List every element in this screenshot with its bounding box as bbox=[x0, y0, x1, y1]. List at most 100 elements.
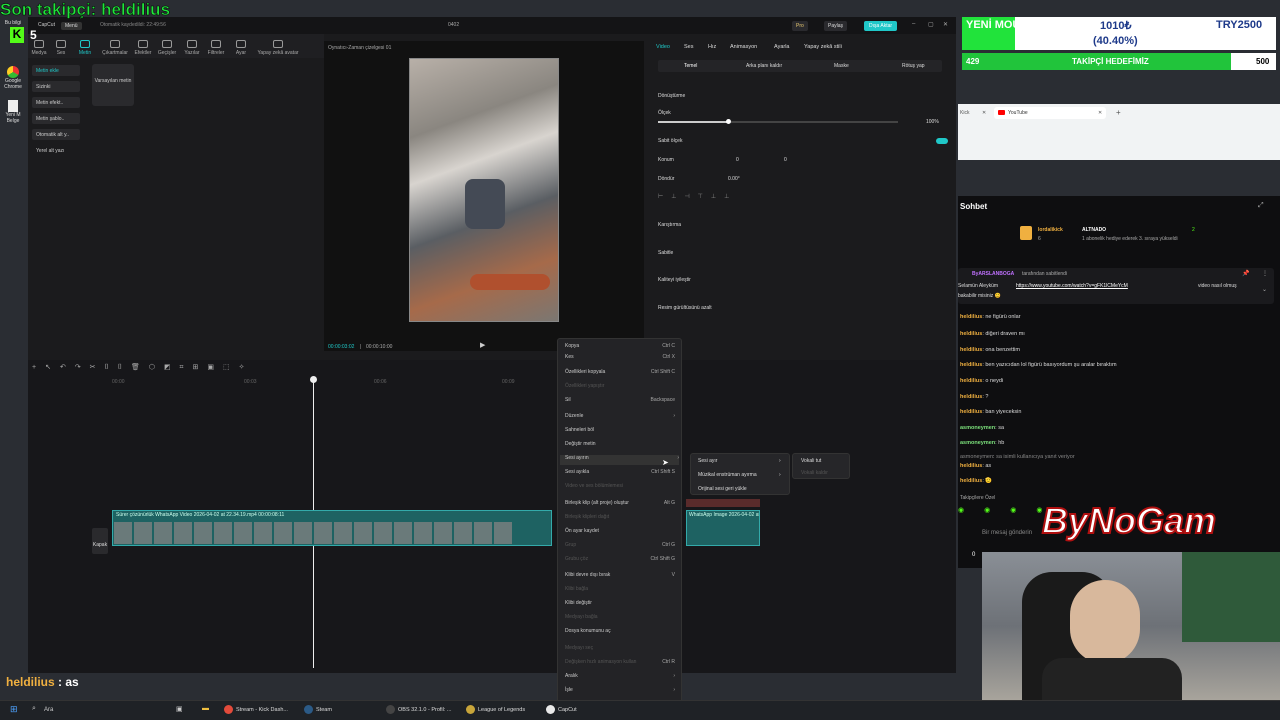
context-menu-item[interactable]: Dosya konumunu aç bbox=[565, 628, 675, 638]
folder-icon[interactable]: ▬ bbox=[202, 705, 209, 712]
sidebar-item-local-captions[interactable]: Yerel alt yazı bbox=[32, 145, 80, 156]
export-button[interactable]: Dışa Aktar bbox=[864, 21, 898, 31]
cover-button[interactable]: Kapak bbox=[92, 528, 108, 554]
context-menu-item[interactable]: Grubu çöz Ctrl Shift G bbox=[565, 556, 675, 566]
context-menu-item[interactable]: Video ve ses bölümlemesi bbox=[565, 483, 675, 493]
toolbar-ai-avatar[interactable]: Yapay zekâ avatar bbox=[256, 40, 300, 56]
chat-username[interactable]: asmoneymen bbox=[960, 440, 995, 446]
toolbar-stickers[interactable]: Çıkartmalar bbox=[102, 40, 128, 56]
context-menu-item[interactable]: Birleşik klipleri dağıt bbox=[565, 514, 675, 524]
desktop-icon-1[interactable]: Bu bilgi bbox=[0, 20, 26, 26]
tab-basic[interactable]: Temel bbox=[684, 63, 697, 69]
video-clip[interactable]: Sürer çözünürlük WhatsApp Video 2026-04-… bbox=[112, 510, 552, 546]
audio-clip[interactable] bbox=[686, 499, 760, 507]
context-menu-item[interactable]: Değişken hızlı animasyon kullan Ctrl R bbox=[565, 659, 675, 669]
chat-username[interactable]: heldilius bbox=[960, 463, 982, 469]
context-menu-item[interactable]: Aralık › bbox=[565, 673, 675, 683]
video-frame[interactable] bbox=[409, 58, 559, 322]
sidebar-item-add-text[interactable]: Metin ekle bbox=[32, 65, 80, 76]
toolbar-captions[interactable]: Yazılar bbox=[181, 40, 203, 56]
context-menu-item[interactable]: Grup Ctrl G bbox=[565, 542, 675, 552]
close-icon[interactable]: ✕ bbox=[943, 21, 948, 28]
file-icon[interactable] bbox=[8, 100, 18, 112]
playhead-handle[interactable] bbox=[310, 376, 317, 383]
chat-username[interactable]: heldilius bbox=[960, 347, 982, 353]
menu-remove-vocals[interactable]: Vokali kaldır bbox=[801, 470, 828, 476]
tab-retouch[interactable]: Rötuş yap bbox=[902, 63, 925, 69]
pin-icon[interactable]: 📌 bbox=[1242, 270, 1249, 277]
context-menu-item[interactable]: Medyayı bağla bbox=[565, 614, 675, 624]
pinned-link[interactable]: https://www.youtube.com/watch?v=gFK1lCMe… bbox=[1016, 283, 1128, 289]
play-icon[interactable]: ▶ bbox=[480, 341, 485, 349]
tab-audio[interactable]: Ses bbox=[684, 44, 693, 50]
toolbar-media[interactable]: Medya bbox=[28, 40, 50, 56]
close-tab-icon[interactable]: ✕ bbox=[982, 110, 986, 116]
chat-username[interactable]: heldilius bbox=[960, 362, 982, 368]
enhance-label[interactable]: Kaliteyi iyileştir bbox=[658, 277, 691, 283]
chat-username[interactable]: heldilius bbox=[960, 409, 982, 415]
chat-username[interactable]: heldilius bbox=[960, 394, 982, 400]
context-menu-item[interactable]: Klibi devre dışı bırak V bbox=[565, 572, 675, 582]
scale-slider-thumb[interactable] bbox=[726, 119, 731, 124]
windows-start-icon[interactable]: ⊞ bbox=[10, 704, 18, 715]
pinned-by-user[interactable]: ByARSLANBOGA bbox=[972, 271, 1014, 277]
default-text-tile[interactable]: Varsayılan metin bbox=[92, 64, 134, 106]
new-tab-icon[interactable]: + bbox=[1116, 108, 1121, 117]
uniform-scale-toggle[interactable] bbox=[936, 138, 948, 144]
toolbar-effects[interactable]: Efektler bbox=[132, 40, 154, 56]
rotate-value[interactable]: 0.00° bbox=[728, 176, 740, 182]
tab-video[interactable]: Video bbox=[656, 44, 670, 50]
desktop-icon-3[interactable]: Yeni M Belge bbox=[0, 112, 26, 124]
tab-speed[interactable]: Hız bbox=[708, 44, 716, 50]
tab-adjust[interactable]: Ayarla bbox=[774, 44, 790, 50]
browser-tab-kick[interactable]: Kick bbox=[960, 110, 969, 116]
context-menu-item[interactable]: Klibi değiştir bbox=[565, 600, 675, 610]
share-button[interactable]: Paylaş bbox=[824, 21, 848, 31]
tab-mask[interactable]: Maske bbox=[834, 63, 849, 69]
chat-username[interactable]: heldilius bbox=[960, 331, 982, 337]
sidebar-item-text-effects[interactable]: Metin efekt.. bbox=[32, 97, 80, 108]
close-tab-icon[interactable]: ✕ bbox=[1098, 110, 1102, 116]
chat-username[interactable]: heldilius bbox=[960, 314, 982, 320]
menu-separate-audio[interactable]: Sesi ayır bbox=[698, 458, 717, 464]
browser-tab-youtube[interactable]: YouTube ✕ bbox=[994, 107, 1106, 119]
context-menu-item[interactable]: İşle › bbox=[565, 687, 675, 697]
desktop-icon-2[interactable]: Google Chrome bbox=[0, 78, 26, 90]
context-menu-item[interactable]: Değiştir metin bbox=[565, 441, 675, 451]
more-icon[interactable]: ⋮ bbox=[1262, 270, 1268, 277]
tab-ai-style[interactable]: Yapay zekâ stili bbox=[804, 44, 842, 50]
context-menu-item[interactable]: Özellikleri kopyala Ctrl Shift C bbox=[565, 369, 675, 379]
toolbar-transitions[interactable]: Geçişler bbox=[156, 40, 178, 56]
chat-username[interactable]: asmoneymen bbox=[960, 454, 993, 460]
sidebar-item-yours[interactable]: Sizinki bbox=[32, 81, 80, 92]
toolbar-text[interactable]: Metin bbox=[74, 40, 96, 56]
context-menu-item[interactable]: Özellikleri yapıştır bbox=[565, 383, 675, 393]
denoise-label[interactable]: Resim gürültüsünü azalt bbox=[658, 305, 712, 311]
context-menu-item[interactable]: Kopya Ctrl C bbox=[565, 343, 675, 353]
image-clip[interactable]: WhatsApp Image 2026-04-02 at 22 bbox=[686, 510, 760, 546]
tab-remove-bg[interactable]: Arka planı kaldır bbox=[746, 63, 782, 69]
menu-restore-audio[interactable]: Orijinal sesi geri yükle bbox=[698, 486, 747, 492]
menu-keep-vocals[interactable]: Vokali tut bbox=[801, 458, 821, 464]
send-message-input[interactable]: Bir mesaj gönderin bbox=[982, 530, 1032, 536]
taskbar-app-obs[interactable]: OBS 32.1.0 - Profil: ... bbox=[386, 705, 452, 714]
popout-icon[interactable]: ⤢ bbox=[1258, 202, 1264, 210]
stabilize-label[interactable]: Sabitle bbox=[658, 250, 673, 256]
minimize-icon[interactable]: – bbox=[912, 21, 915, 27]
scale-slider[interactable] bbox=[658, 119, 898, 124]
taskbar-app-capcut[interactable]: CapCut bbox=[546, 705, 577, 714]
chat-username[interactable]: heldilius bbox=[960, 378, 982, 384]
tab-animation[interactable]: Animasyon bbox=[730, 44, 757, 50]
blend-label[interactable]: Karıştırma bbox=[658, 222, 681, 228]
context-menu-item[interactable]: Ön ayar kaydet bbox=[565, 528, 675, 538]
context-menu-item[interactable]: Sesi ayıkla Ctrl Shift S bbox=[565, 469, 675, 479]
taskbar-app-steam[interactable]: Steam bbox=[304, 705, 332, 714]
context-menu-item[interactable]: Klibi bağla bbox=[565, 586, 675, 596]
timeline-tools[interactable]: +↖↶↷✂⌷⌷🗑⬡◩⌗⊞▣⬚✧ bbox=[32, 363, 253, 372]
toolbar-adjust[interactable]: Ayar bbox=[230, 40, 252, 56]
context-menu-item[interactable]: Sil Backspace bbox=[565, 397, 675, 407]
pro-button[interactable]: Pro bbox=[792, 21, 808, 31]
align-icons[interactable]: ⊢⊥⊣⊤⊥⊥ bbox=[658, 193, 737, 200]
menu-instrument-separation[interactable]: Müzikal enstrüman ayırma bbox=[698, 472, 757, 478]
chat-username[interactable]: asmoneymen bbox=[960, 425, 995, 431]
